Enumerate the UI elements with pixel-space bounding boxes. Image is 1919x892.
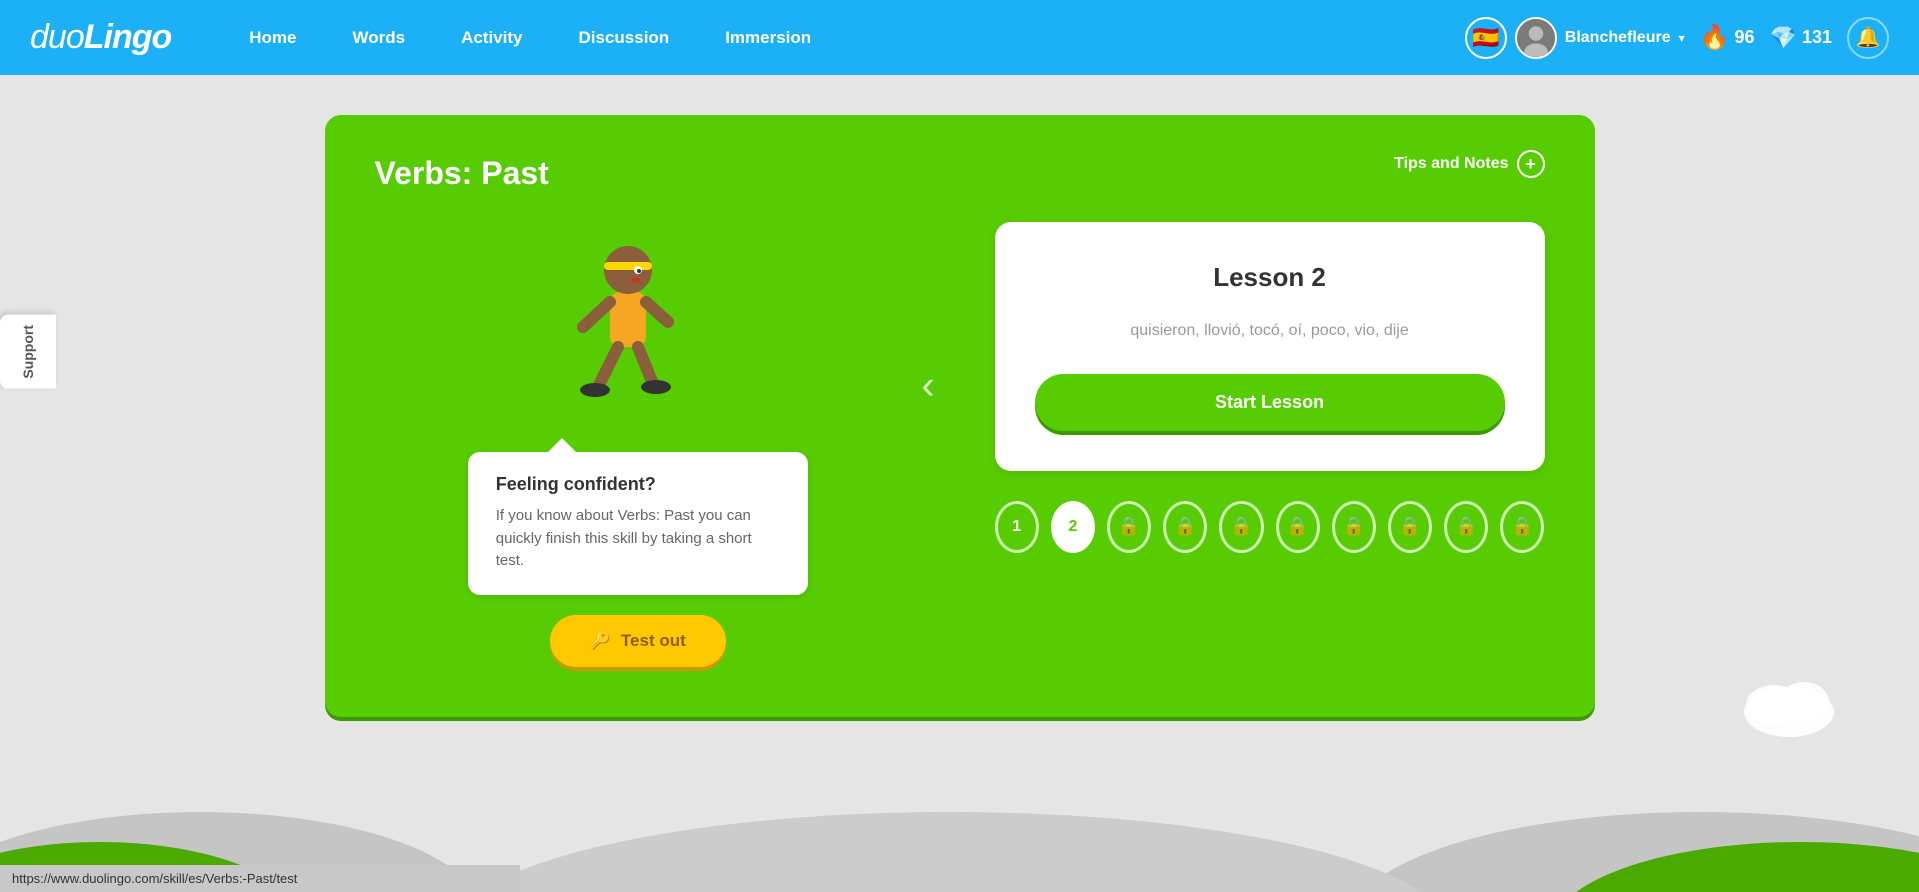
support-tab[interactable]: Support (0, 315, 56, 389)
lock-icon: 🔒 (1230, 516, 1252, 537)
dot-2[interactable]: 2 (1051, 501, 1095, 553)
progress-dots: 1 2 🔒 🔒 🔒 🔒 🔒 🔒 🔒 🔒 (995, 501, 1545, 553)
language-flag: 🇪🇸 (1465, 17, 1507, 59)
card-body: Feeling confident? If you know about Ver… (375, 222, 1545, 667)
dot-1[interactable]: 1 (995, 501, 1039, 553)
tips-notes-label: Tips and Notes (1394, 155, 1508, 173)
dot-4[interactable]: 🔒 (1163, 501, 1207, 553)
dot-10[interactable]: 🔒 (1500, 501, 1544, 553)
header-right: 🇪🇸 Blanchefleure ▾ 🔥 96 💎 131 🔔 (1465, 17, 1889, 59)
runner-character (538, 222, 738, 442)
lock-icon: 🔒 (1174, 516, 1196, 537)
lock-icon: 🔒 (1511, 516, 1533, 537)
nav-home[interactable]: Home (221, 0, 324, 75)
dot-7[interactable]: 🔒 (1332, 501, 1376, 553)
start-lesson-button[interactable]: Start Lesson (1035, 374, 1505, 431)
cloud-decoration (1739, 667, 1839, 742)
main-nav: Home Words Activity Discussion Immersion (221, 0, 1465, 75)
gem-icon: 💎 (1770, 25, 1797, 51)
nav-activity[interactable]: Activity (433, 0, 550, 75)
notifications-button[interactable]: 🔔 (1847, 17, 1889, 59)
dot-8[interactable]: 🔒 (1388, 501, 1432, 553)
nav-discussion[interactable]: Discussion (551, 0, 698, 75)
lock-icon: 🔒 (1118, 516, 1140, 537)
lesson-panel: Lesson 2 quisieron, llovió, tocó, oí, po… (995, 222, 1545, 471)
lesson-card: Verbs: Past Tips and Notes + (325, 115, 1595, 717)
right-section: Lesson 2 quisieron, llovió, tocó, oí, po… (995, 222, 1545, 553)
main-content: Support Verbs: Past Tips and Notes + (0, 75, 1919, 892)
nav-words[interactable]: Words (325, 0, 434, 75)
logo[interactable]: duoLingo (30, 18, 171, 57)
dot-3[interactable]: 🔒 (1107, 501, 1151, 553)
gems-count: 131 (1802, 27, 1832, 48)
dot-9[interactable]: 🔒 (1444, 501, 1488, 553)
tips-notes-button[interactable]: Tips and Notes + (1394, 150, 1544, 178)
flame-icon: 🔥 (1700, 23, 1730, 52)
plus-circle-icon: + (1517, 150, 1545, 178)
username: Blanchefleure (1565, 29, 1671, 47)
avatar (1515, 17, 1557, 59)
test-out-label: Test out (621, 631, 686, 651)
user-profile[interactable]: 🇪🇸 Blanchefleure ▾ (1465, 17, 1685, 59)
lock-icon: 🔒 (1455, 516, 1477, 537)
left-section: Feeling confident? If you know about Ver… (375, 222, 902, 667)
key-icon: 🔑 (590, 631, 611, 651)
lock-icon: 🔒 (1399, 516, 1421, 537)
confidence-text: If you know about Verbs: Past you can qu… (496, 505, 780, 573)
chevron-down-icon: ▾ (1679, 31, 1685, 45)
streak-count: 96 (1735, 27, 1755, 48)
dot-5[interactable]: 🔒 (1219, 501, 1263, 553)
status-bar: https://www.duolingo.com/skill/es/Verbs:… (0, 865, 520, 892)
lesson-title: Verbs: Past (375, 155, 1545, 192)
gems-badge: 💎 131 (1770, 25, 1832, 51)
lesson-number: Lesson 2 (1035, 262, 1505, 293)
status-url: https://www.duolingo.com/skill/es/Verbs:… (12, 871, 297, 886)
confidence-title: Feeling confident? (496, 474, 780, 495)
dot-6[interactable]: 🔒 (1276, 501, 1320, 553)
lock-icon: 🔒 (1343, 516, 1365, 537)
header: duoLingo Home Words Activity Discussion … (0, 0, 1919, 75)
lock-icon: 🔒 (1286, 516, 1308, 537)
prev-arrow[interactable]: ‹ (921, 363, 934, 408)
nav-immersion[interactable]: Immersion (697, 0, 839, 75)
lesson-words: quisieron, llovió, tocó, oí, poco, vio, … (1035, 318, 1505, 344)
streak-badge: 🔥 96 (1700, 23, 1755, 52)
confidence-box: Feeling confident? If you know about Ver… (468, 452, 808, 595)
test-out-button[interactable]: 🔑 Test out (550, 615, 726, 667)
